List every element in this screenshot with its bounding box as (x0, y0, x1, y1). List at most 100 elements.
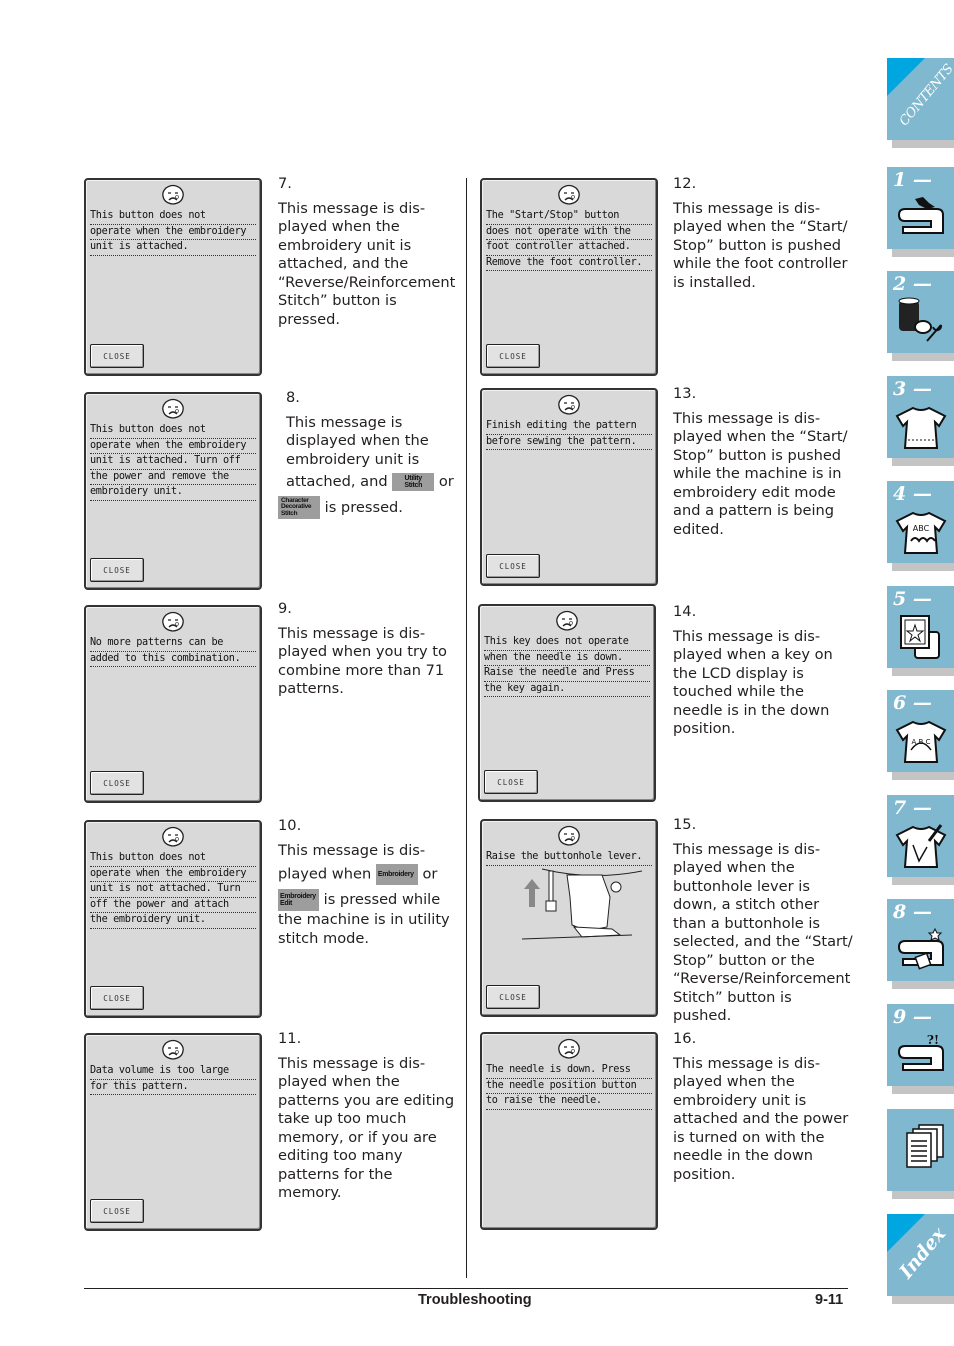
key-label: Embroidery (280, 893, 316, 900)
description-14: 14. This message is dis- played when a k… (673, 603, 853, 739)
close-button[interactable]: CLOSE (484, 770, 538, 794)
sewing-machine-icon (897, 197, 944, 234)
lcd-line: No more patterns can be (90, 636, 256, 652)
desc-line: pressed. (278, 310, 341, 328)
sad-face-icon (556, 610, 578, 631)
tab-number: 8 — (893, 901, 932, 923)
close-button[interactable]: CLOSE (90, 986, 144, 1010)
desc-line: stitch mode. (278, 929, 370, 947)
lcd-line: This key does not operate (484, 635, 650, 651)
desc-line: “Reverse/Reinforcement (673, 970, 851, 987)
desc-line: memory, or if you are (278, 1128, 437, 1146)
lcd-message-8: This button does not operate when the em… (84, 392, 262, 590)
desc-line: Character Decorative Stitch is pressed. (278, 495, 466, 519)
tab-appendix[interactable] (887, 1109, 954, 1199)
footer-section-title: Troubleshooting (418, 1292, 532, 1308)
embroidery-key-icon: Embroidery (375, 864, 418, 885)
item-number: 10. (278, 817, 302, 834)
tab-chapter-7[interactable]: 7 — (887, 795, 954, 885)
lcd-line: This button does not (90, 209, 256, 225)
utility-stitch-key-icon: Utility Stitch (392, 473, 435, 491)
lcd-line: does not operate with the (486, 225, 652, 240)
tab-chapter-4[interactable]: 4 — ABC (887, 481, 954, 571)
embroidery-frame-icon (900, 615, 940, 659)
close-button[interactable]: CLOSE (90, 771, 144, 795)
lcd-message-11: Data volume is too large for this patter… (84, 1033, 262, 1231)
lcd-line: operate when the embroidery (90, 439, 256, 454)
desc-line: is installed. (673, 273, 756, 291)
description-7: 7. This message is dis- played when the … (278, 175, 458, 329)
lcd-line: when the needle is down. (484, 651, 650, 666)
letter-shirt-icon: A B C (895, 720, 947, 763)
desc-line: displayed when the (286, 432, 429, 449)
desc-line: played when the “Start/ (673, 218, 848, 235)
desc-line: played when the (673, 859, 795, 876)
tab-contents[interactable]: CONTENTS (887, 58, 954, 148)
close-button[interactable]: CLOSE (90, 1199, 144, 1223)
tab-number: 6 — (893, 692, 932, 714)
tab-number: 2 — (893, 273, 932, 295)
desc-line: the LCD display is (673, 664, 804, 682)
column-divider (466, 178, 467, 1278)
desc-line: the machine is in utility (278, 911, 450, 928)
lcd-line: operate when the embroidery (90, 867, 256, 882)
desc-text: or (422, 865, 438, 883)
desc-line: This message is dis- (673, 627, 821, 645)
sad-face-icon (162, 826, 184, 847)
desc-line: embroidery unit is (286, 450, 420, 468)
sad-face-icon (162, 184, 184, 205)
desc-line: patterns for the memory. (278, 1165, 393, 1202)
troubleshooting-machine-icon: ?! (897, 1033, 944, 1071)
documents-icon (906, 1124, 944, 1168)
tab-chapter-5[interactable]: 5 — (887, 586, 954, 676)
desc-line: This message is dis- (278, 841, 426, 859)
close-button[interactable]: CLOSE (486, 554, 540, 578)
lcd-message-text: The needle is down. Press the needle pos… (486, 1063, 652, 1110)
desc-line: take up too much (278, 1110, 407, 1127)
svg-text:?!: ?! (927, 1033, 939, 1047)
desc-line: needle is in the down (673, 701, 830, 719)
desc-line: This message is dis- (673, 409, 821, 427)
desc-text: is pressed. (324, 498, 403, 516)
desc-line: This message is dis- (278, 624, 426, 642)
desc-line: “Reverse/Reinforcement (278, 273, 456, 291)
close-button[interactable]: CLOSE (486, 985, 540, 1009)
desc-line: patterns you are editing (278, 1091, 455, 1109)
lcd-line: off the power and attach (90, 898, 256, 913)
key-label: Utility (404, 475, 423, 482)
lcd-line: to raise the needle. (486, 1094, 652, 1110)
close-button[interactable]: CLOSE (90, 558, 144, 582)
tab-chapter-8[interactable]: 8 — (887, 899, 954, 989)
desc-line: attached, and the (278, 255, 409, 272)
desc-line: attached and the power (673, 1110, 849, 1127)
desc-text: attached, and (286, 473, 388, 490)
tab-number: 1 — (893, 169, 932, 191)
lcd-message-text: Data volume is too large for this patter… (90, 1064, 256, 1095)
desc-line: played when Embroidery or (278, 864, 458, 885)
tab-chapter-3[interactable]: 3 — (887, 376, 954, 466)
lcd-message-9: No more patterns can be added to this co… (84, 605, 262, 803)
svg-text:A B C: A B C (912, 738, 931, 746)
lcd-line: for this pattern. (90, 1080, 256, 1095)
lcd-message-text: Raise the buttonhole lever. (486, 850, 652, 866)
tab-chapter-1[interactable]: 1 — (887, 167, 954, 257)
desc-line: played when the (278, 218, 400, 235)
lcd-line: added to this combination. (90, 652, 256, 667)
close-button[interactable]: CLOSE (486, 344, 540, 368)
tab-chapter-9[interactable]: 9 — ?! (887, 1004, 954, 1094)
tab-chapter-6[interactable]: 6 — A B C (887, 690, 954, 780)
lcd-message-13: Finish editing the pattern before sewing… (480, 388, 658, 586)
close-button[interactable]: CLOSE (90, 344, 144, 368)
desc-line: needle in the down (673, 1147, 814, 1164)
desc-line: Stop” button is pushed (673, 236, 842, 254)
item-number: 9. (278, 600, 292, 617)
desc-line: played when a key on (673, 646, 833, 663)
machine-maintenance-icon (897, 927, 944, 970)
tab-chapter-2[interactable]: 2 — (887, 271, 954, 361)
lcd-line: before sewing the pattern. (486, 435, 652, 450)
lcd-line: This button does not (90, 851, 256, 867)
tab-index[interactable]: Index (887, 1214, 954, 1304)
lcd-line: embroidery unit. (90, 485, 256, 501)
lcd-message-text: This button does not operate when the em… (90, 851, 256, 929)
footer-page-number: 9-11 (815, 1292, 844, 1308)
